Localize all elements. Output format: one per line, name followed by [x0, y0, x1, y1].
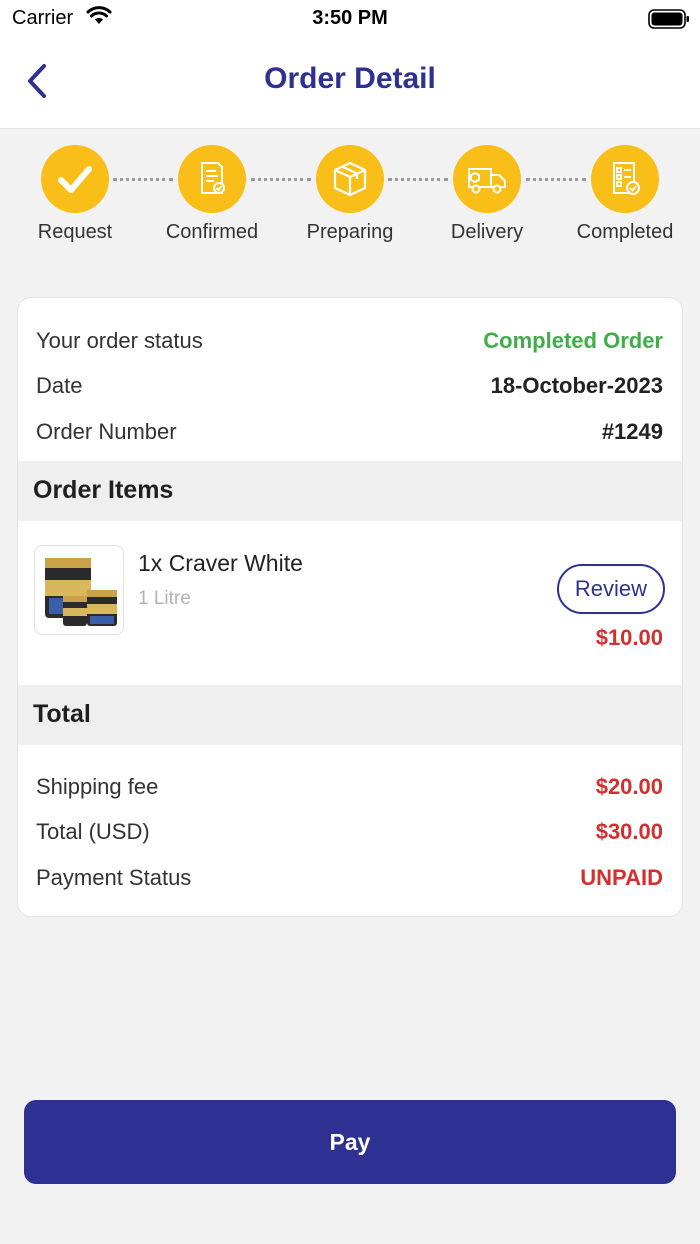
order-number-value: #1249	[601, 419, 663, 444]
order-card: Your order status Completed Order Date 1…	[17, 297, 683, 917]
item-qty: 1x	[138, 550, 163, 576]
order-date-row: Date 18-October-2023	[18, 365, 682, 405]
shipping-value: $20.00	[595, 774, 663, 799]
item-name: 1x Craver White	[138, 550, 303, 577]
status-bar: Carrier 3:50 PM	[0, 0, 700, 36]
payment-status-value: UNPAID	[580, 865, 663, 890]
item-title: Craver White	[168, 550, 303, 576]
header: Order Detail	[0, 36, 700, 129]
step-completed: Completed	[560, 145, 690, 244]
total-label: Total (USD)	[36, 819, 150, 844]
order-date-label: Date	[36, 373, 83, 398]
total-row: Total (USD) $30.00	[18, 811, 682, 851]
total-header: Total	[18, 685, 682, 745]
step-label: Completed	[576, 221, 674, 243]
document-check-icon	[178, 145, 246, 213]
box-icon	[316, 145, 384, 213]
payment-status-label: Payment Status	[36, 865, 192, 890]
order-date-value: 18-October-2023	[490, 373, 663, 398]
step-request: Request	[10, 145, 140, 244]
page-title: Order Detail	[264, 62, 436, 95]
pay-button[interactable]: Pay	[24, 1100, 676, 1184]
truck-icon	[453, 145, 521, 213]
step-delivery: Delivery	[422, 145, 552, 244]
step-label: Delivery	[450, 221, 524, 243]
order-number-row: Order Number #1249	[18, 411, 682, 451]
order-status-label: Your order status	[36, 328, 203, 353]
order-status-row: Your order status Completed Order	[18, 320, 682, 360]
check-icon	[41, 145, 109, 213]
step-preparing: Preparing	[285, 145, 415, 244]
product-image	[34, 545, 124, 635]
step-label: Request	[37, 221, 113, 243]
checklist-icon	[591, 145, 659, 213]
item-variant: 1 Litre	[138, 588, 191, 609]
payment-status-row: Payment Status UNPAID	[18, 857, 682, 897]
order-progress: Request Confirmed Preparing Delivery Com…	[0, 145, 700, 255]
clock: 3:50 PM	[312, 7, 388, 29]
step-label: Preparing	[306, 221, 394, 243]
total-title: Total	[33, 700, 91, 728]
step-label: Confirmed	[165, 221, 259, 243]
shipping-label: Shipping fee	[36, 774, 159, 799]
order-number-label: Order Number	[36, 419, 177, 444]
step-confirmed: Confirmed	[147, 145, 277, 244]
item-price: $10.00	[595, 625, 663, 650]
battery-icon	[648, 9, 690, 34]
order-items-title: Order Items	[33, 476, 174, 504]
order-status-value: Completed Order	[483, 328, 663, 353]
order-items-header: Order Items	[18, 461, 682, 521]
total-value: $30.00	[595, 819, 663, 844]
review-button[interactable]: Review	[557, 564, 665, 614]
shipping-row: Shipping fee $20.00	[18, 766, 682, 806]
